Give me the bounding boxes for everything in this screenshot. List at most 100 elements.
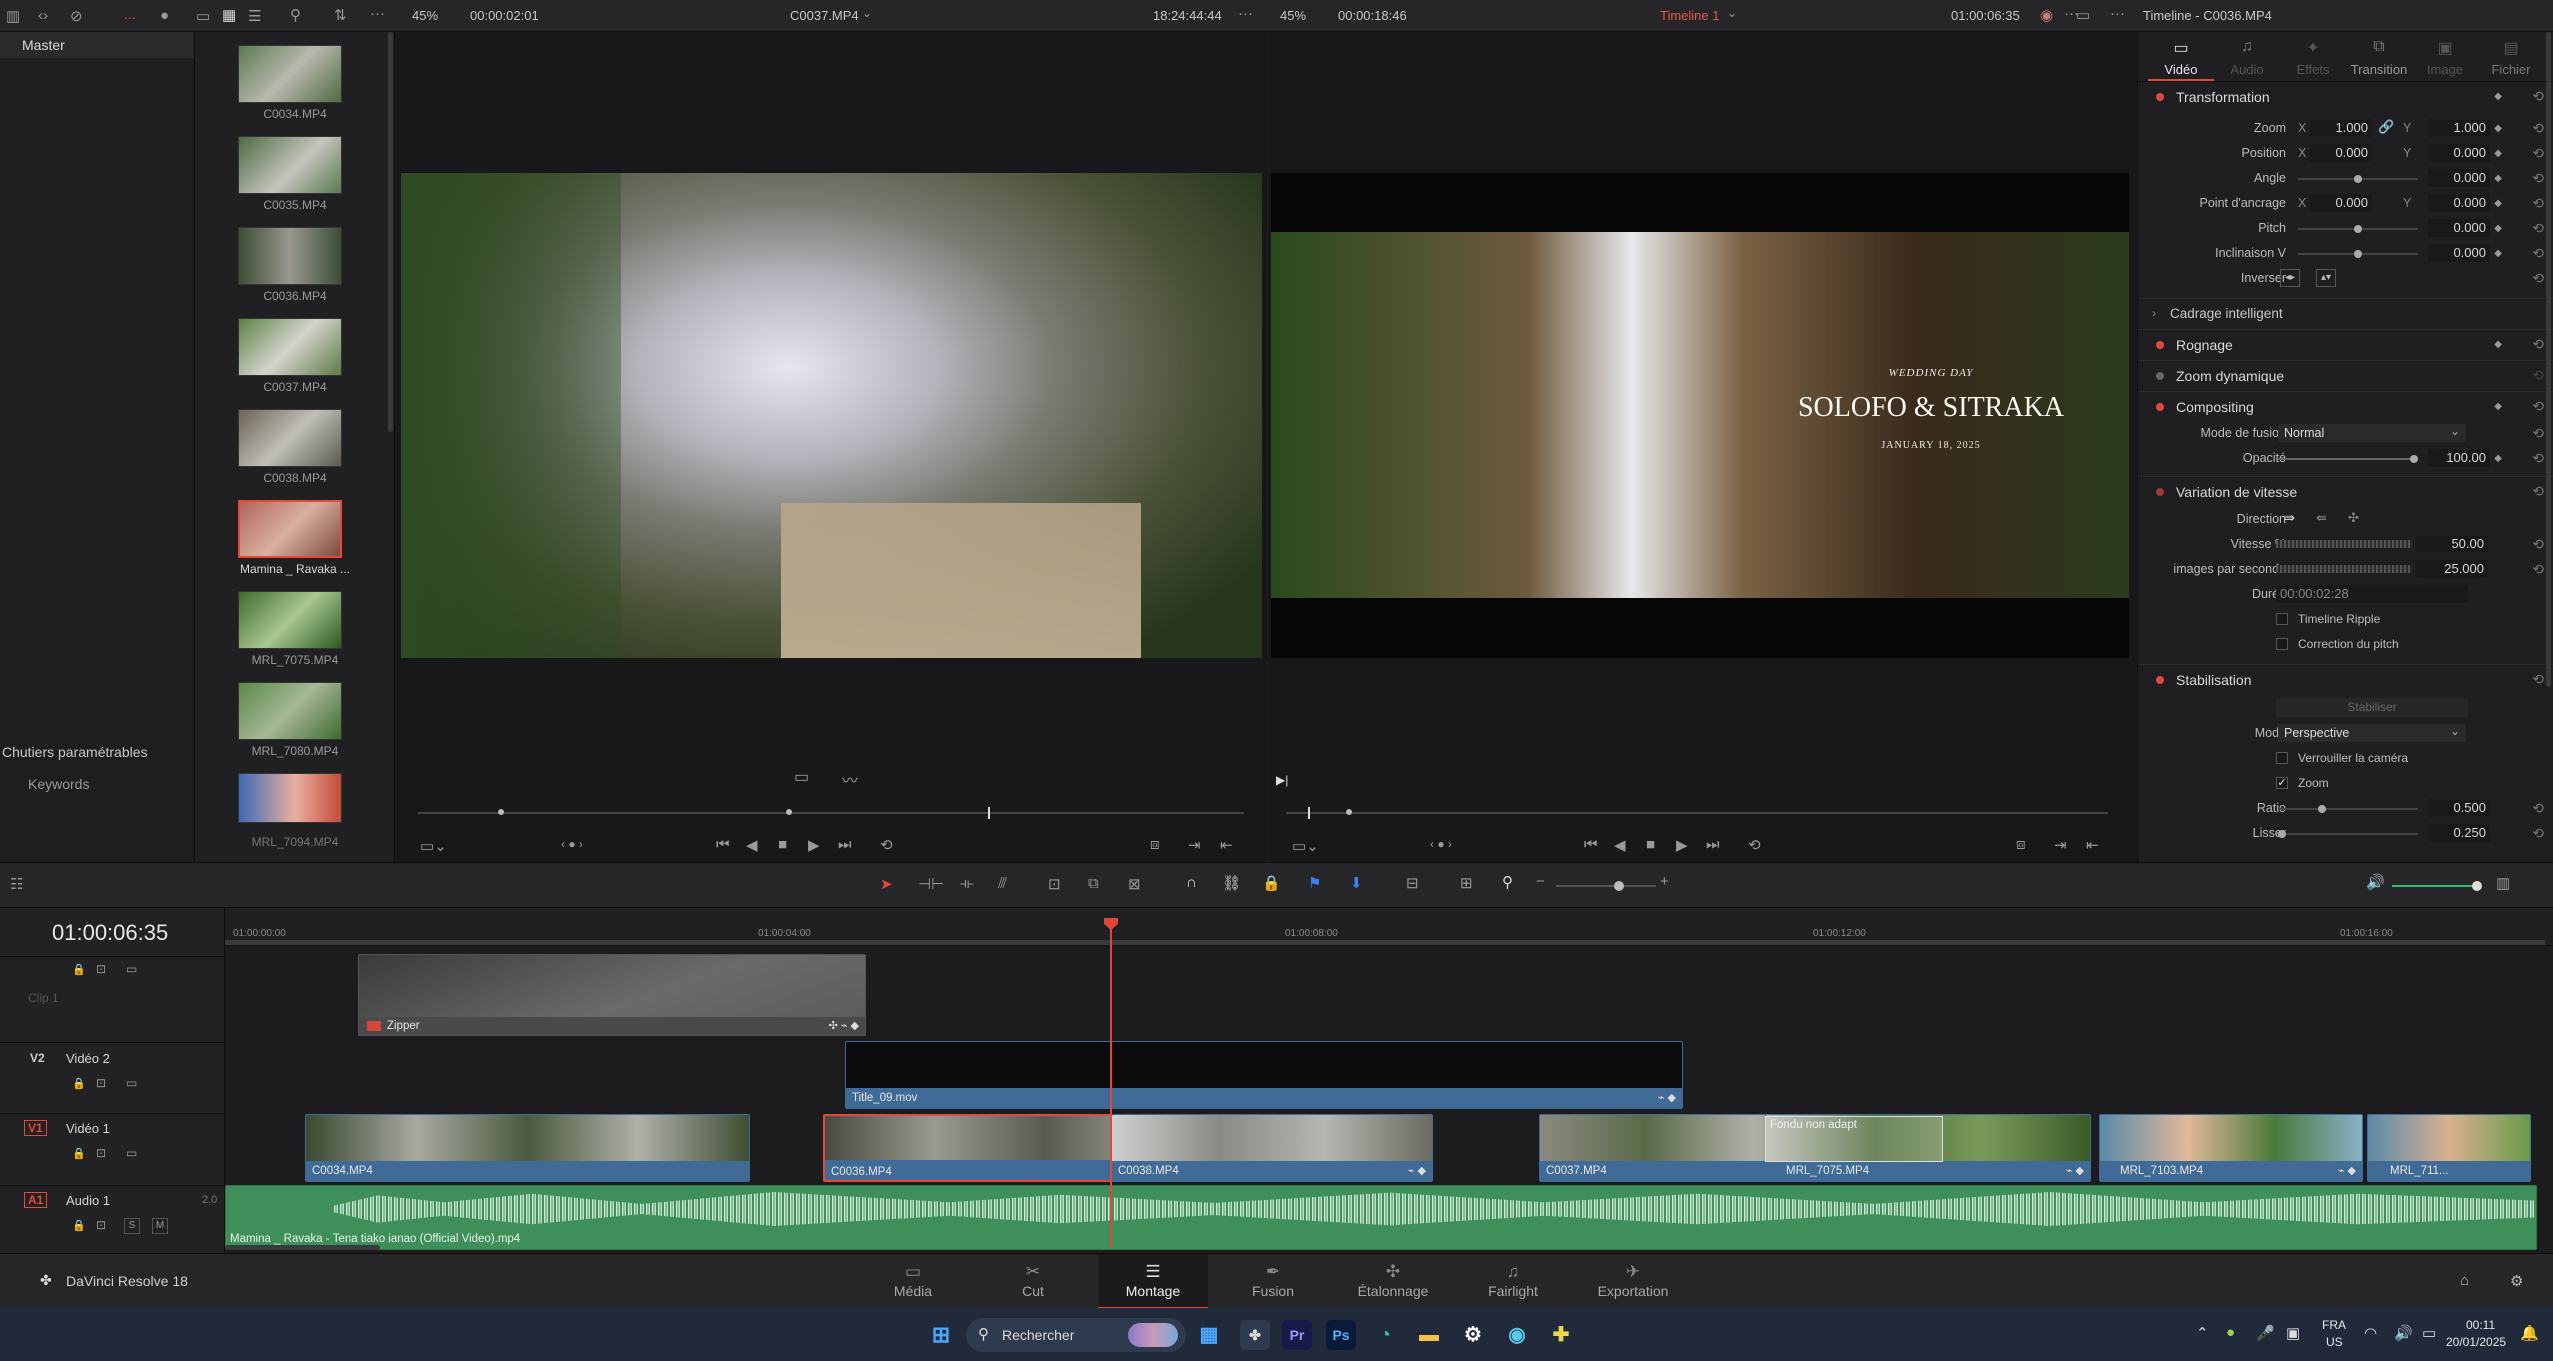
source-zoom[interactable]: 45% (412, 8, 438, 23)
program-video-frame[interactable]: WEDDING DAY SOLOFO & SITRAKA JANUARY 18,… (1271, 232, 2129, 598)
reset-icon[interactable]: ⟲ (2532, 483, 2544, 500)
link-icon[interactable]: 🔗 (2378, 119, 2394, 135)
video-clip[interactable]: MRL_711... (2367, 1114, 2531, 1182)
angle-field[interactable]: 0.000 (2428, 169, 2490, 187)
keywords-bin[interactable]: Keywords (28, 776, 89, 792)
keyframe-icon[interactable]: ◆ (2494, 401, 2502, 412)
inspector-scrollbar[interactable] (2546, 32, 2551, 687)
reset-icon[interactable]: ⟲ (2532, 800, 2544, 817)
premiere-icon[interactable]: Pr (1282, 1320, 1312, 1350)
pos-y-field[interactable]: 0.000 (2428, 144, 2490, 162)
stab-zoom-checkbox[interactable]: ✓ (2276, 777, 2288, 789)
keyframe-icon[interactable]: ◆ (2494, 223, 2502, 234)
reset-icon[interactable]: ⟲ (2532, 536, 2544, 553)
keyframe-icon[interactable]: ◆ (2494, 91, 2502, 102)
reset-icon[interactable]: ⟲ (2532, 425, 2544, 442)
smart-reframe-header[interactable]: › Cadrage intelligent (2138, 298, 2553, 328)
fps-field[interactable]: 25.000 (2416, 560, 2488, 578)
ratio-slider[interactable] (2278, 805, 2418, 813)
selection-tool-icon[interactable]: ➤ (880, 875, 893, 893)
slider-knob[interactable] (2354, 175, 2362, 183)
track-visible-icon[interactable]: ▭ (126, 1146, 137, 1160)
home-icon[interactable]: ⌂ (2460, 1272, 2469, 1289)
language-code[interactable]: FRA (2322, 1318, 2346, 1332)
photoshop-icon[interactable]: Ps (1326, 1320, 1356, 1350)
crop-header[interactable]: Rognage ◆ ⟲ (2138, 329, 2553, 359)
reset-icon[interactable]: ⟲ (2532, 245, 2544, 262)
pitch-slider[interactable] (2298, 225, 2418, 233)
tray-icon[interactable]: ● (2226, 1324, 2235, 1341)
tab-audio[interactable]: Audio (2214, 62, 2280, 77)
volume-icon[interactable]: 🔊 (2366, 873, 2385, 891)
opacity-slider[interactable] (2278, 455, 2418, 463)
source-clip-name[interactable]: C0037.MP4 (790, 8, 859, 23)
clip-view-icon[interactable]: ▭ (794, 767, 809, 787)
fps-slider[interactable] (2276, 565, 2412, 573)
clip-thumbnail[interactable] (238, 409, 342, 467)
back-icon[interactable]: ‹› (38, 7, 48, 24)
stabilize-button[interactable]: Stabiliser (2276, 698, 2468, 717)
play-icon[interactable]: ▶ (808, 836, 820, 854)
more-options-icon[interactable]: ··· (370, 5, 385, 22)
list-view-icon[interactable]: ☰ (248, 7, 261, 25)
smooth-slider[interactable] (2278, 830, 2418, 838)
reset-icon[interactable]: ⟲ (2532, 220, 2544, 237)
zoom-out-icon[interactable]: − (1536, 873, 1545, 890)
match-frame-icon[interactable]: ⧈ (1150, 836, 1160, 853)
reset-icon[interactable]: ⟲ (2532, 367, 2544, 384)
speed-field[interactable]: 50.00 (2416, 535, 2488, 553)
chevron-down-icon[interactable]: ⌄ (1727, 6, 1737, 20)
speed-header[interactable]: Variation de vitesse ⟲ (2138, 476, 2553, 506)
video-tab-icon[interactable]: ▭ (2148, 38, 2214, 58)
crop-icon[interactable]: ▭⌄ (420, 837, 447, 855)
play-icon[interactable]: ▶ (1676, 836, 1688, 854)
slider-knob[interactable] (2472, 881, 2482, 891)
crop-icon[interactable]: ▭⌄ (1292, 837, 1319, 855)
reverse-icon[interactable]: ◀ (746, 836, 758, 854)
keyframe-icon[interactable]: ◆ (2494, 198, 2502, 209)
timeline-scrollbar[interactable] (225, 1245, 380, 1250)
slider-knob[interactable] (2318, 805, 2326, 813)
scrubber-playhead[interactable] (1308, 807, 1310, 819)
flag-icon[interactable]: ⚑ (1308, 874, 1321, 892)
end-marker-icon[interactable]: ▶| (1276, 773, 1288, 787)
out-icon[interactable]: ⇤ (1220, 836, 1233, 854)
in-point[interactable] (498, 809, 504, 815)
linked-selection-icon[interactable]: ⛓ (1222, 874, 1241, 892)
zoom-y-field[interactable]: 1.000 (2428, 119, 2490, 137)
stabilization-header[interactable]: Stabilisation ⟲ (2138, 664, 2553, 694)
reset-icon[interactable]: ⟲ (2532, 120, 2544, 137)
clip-thumbnail[interactable] (238, 227, 342, 285)
volume-slider[interactable] (2392, 881, 2482, 891)
settings-app-icon[interactable]: ⚙ (1458, 1320, 1488, 1350)
reset-icon[interactable]: ⟲ (2532, 825, 2544, 842)
audio-clip[interactable]: Mamina _ Ravaka - Tena tiako ianao (Offi… (225, 1185, 2537, 1250)
timeline-name[interactable]: Timeline 1 (1660, 8, 1719, 23)
reset-icon[interactable]: ⟲ (2532, 145, 2544, 162)
zoom-custom-icon[interactable]: ⚲ (1502, 873, 1513, 891)
flip-h-icon[interactable]: ◂▸ (2280, 269, 2300, 287)
keyframe-icon[interactable]: ◆ (2494, 248, 2502, 259)
slider-knob[interactable] (2278, 830, 2286, 838)
link-icon[interactable]: ⊘ (70, 7, 83, 25)
reset-icon[interactable]: ⟲ (2532, 671, 2544, 688)
blade-tool-icon[interactable]: ⫻ (998, 875, 1007, 892)
nav-fusion[interactable]: ✒ Fusion (1218, 1254, 1328, 1309)
speed-slider[interactable] (2276, 540, 2412, 548)
more-options-icon[interactable]: ··· (1238, 5, 1253, 22)
meter-icon[interactable]: ▥ (2496, 874, 2510, 892)
match-frame-icon[interactable]: ⧈ (2016, 836, 2026, 853)
nav-cut[interactable]: ✂ Cut (978, 1254, 1088, 1309)
keyboard-layout[interactable]: US (2326, 1335, 2343, 1349)
keyframe-icon[interactable]: ◆ (2494, 123, 2502, 134)
playhead[interactable] (1104, 918, 1118, 1248)
timeline-options-icon[interactable]: ☷ (10, 875, 23, 893)
program-scrubber[interactable] (1286, 807, 2108, 819)
in-point[interactable] (1346, 809, 1352, 815)
tab-transition[interactable]: Transition (2346, 62, 2412, 77)
zoom-full-icon[interactable]: ⊟ (1406, 874, 1419, 892)
clock-time[interactable]: 00:11 (2466, 1318, 2495, 1332)
reset-icon[interactable]: ⟲ (2532, 450, 2544, 467)
nav-media[interactable]: ▭ Média (858, 1254, 968, 1309)
reset-icon[interactable]: ⟲ (2532, 398, 2544, 415)
